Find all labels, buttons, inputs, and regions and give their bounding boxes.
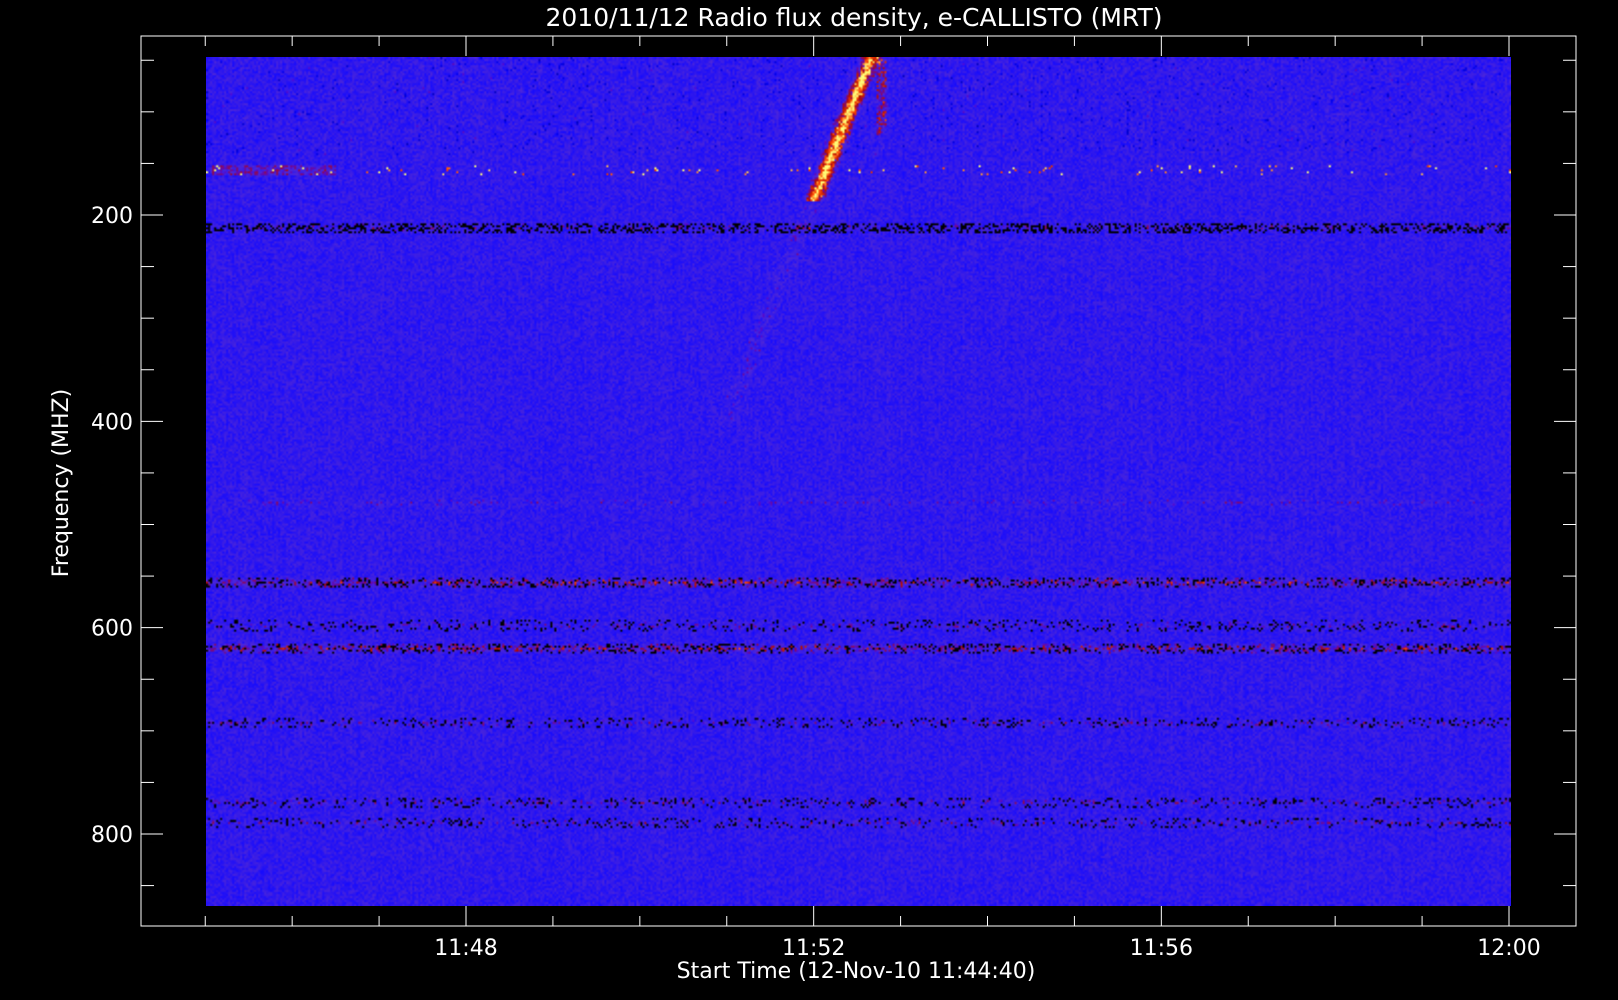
x-tick-label: 12:00 [1477,936,1540,961]
y-axis-label: Frequency (MHZ) [49,389,74,577]
x-tick-label: 11:52 [782,936,845,961]
y-tick-label: 600 [91,617,133,642]
chart-title: 2010/11/12 Radio flux density, e-CALLIST… [546,3,1163,32]
y-tick-label: 800 [91,823,133,848]
x-axis-label: Start Time (12-Nov-10 11:44:40) [677,959,1036,984]
y-tick-label: 400 [91,410,133,435]
x-tick-label: 11:48 [434,936,497,961]
spectrogram-image [206,57,1511,906]
x-tick-label: 11:56 [1130,936,1193,961]
spectrogram-chart: 2010/11/12 Radio flux density, e-CALLIST… [0,0,1618,1000]
y-tick-label: 200 [91,204,133,229]
